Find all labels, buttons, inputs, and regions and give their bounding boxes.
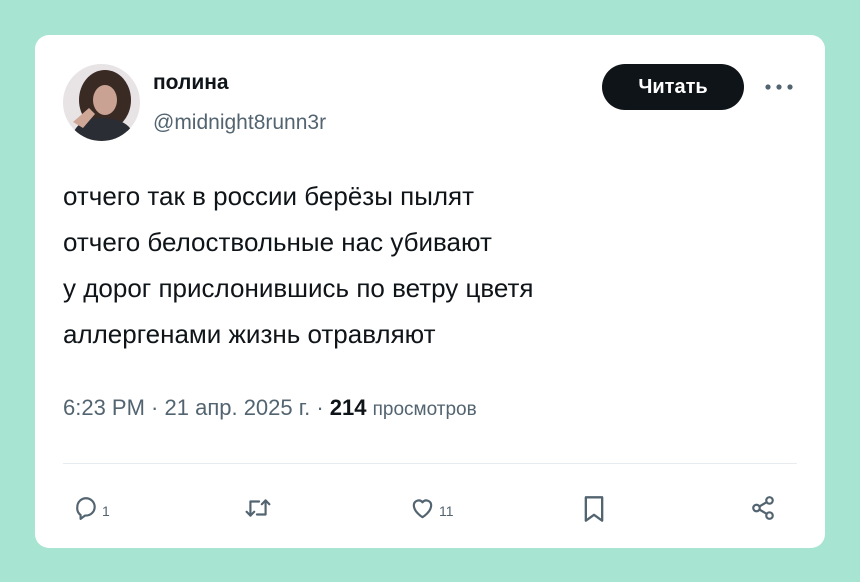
retweet-icon xyxy=(245,499,271,517)
like-button[interactable]: 11 xyxy=(409,495,454,521)
divider xyxy=(63,463,797,464)
views-label: просмотров xyxy=(372,399,477,420)
follow-button[interactable]: Читать xyxy=(602,64,744,110)
meta-separator: · xyxy=(310,395,330,420)
share-icon xyxy=(752,496,774,520)
tweet-line: отчего так в россии берёзы пылят xyxy=(63,181,475,211)
share-button[interactable] xyxy=(750,495,776,521)
heart-icon xyxy=(412,499,433,519)
tweet-line: отчего белоствольные нас убивают xyxy=(63,227,492,257)
tweet-date[interactable]: 21 апр. 2025 г. xyxy=(165,395,311,420)
views-count: 214 xyxy=(329,395,367,420)
author-handle[interactable]: @midnight8runn3r xyxy=(153,111,326,135)
bookmark-icon xyxy=(584,496,604,522)
like-count: 11 xyxy=(439,503,454,519)
reply-button[interactable]: 1 xyxy=(73,495,110,521)
reply-icon xyxy=(76,497,96,520)
tweet-line: аллергенами жизнь отравляют xyxy=(63,319,436,349)
tweet-meta: 6:23 PM · 21 апр. 2025 г. · 214 просмотр… xyxy=(63,395,477,421)
tweet-time[interactable]: 6:23 PM xyxy=(63,395,145,420)
bookmark-button[interactable] xyxy=(582,495,606,523)
more-dots-icon[interactable] xyxy=(761,75,797,99)
tweet-text: отчего так в россии берёзы пылят отчего … xyxy=(63,173,783,357)
meta-separator: · xyxy=(144,395,165,420)
avatar[interactable] xyxy=(63,64,140,141)
tweet-card: полина @midnight8runn3r Читать отчего та… xyxy=(35,35,825,548)
retweet-button[interactable] xyxy=(243,495,273,521)
author-name[interactable]: полина xyxy=(153,71,229,95)
tweet-line: у дорог прислонившись по ветру цветя xyxy=(63,273,534,303)
reply-count: 1 xyxy=(102,503,110,519)
